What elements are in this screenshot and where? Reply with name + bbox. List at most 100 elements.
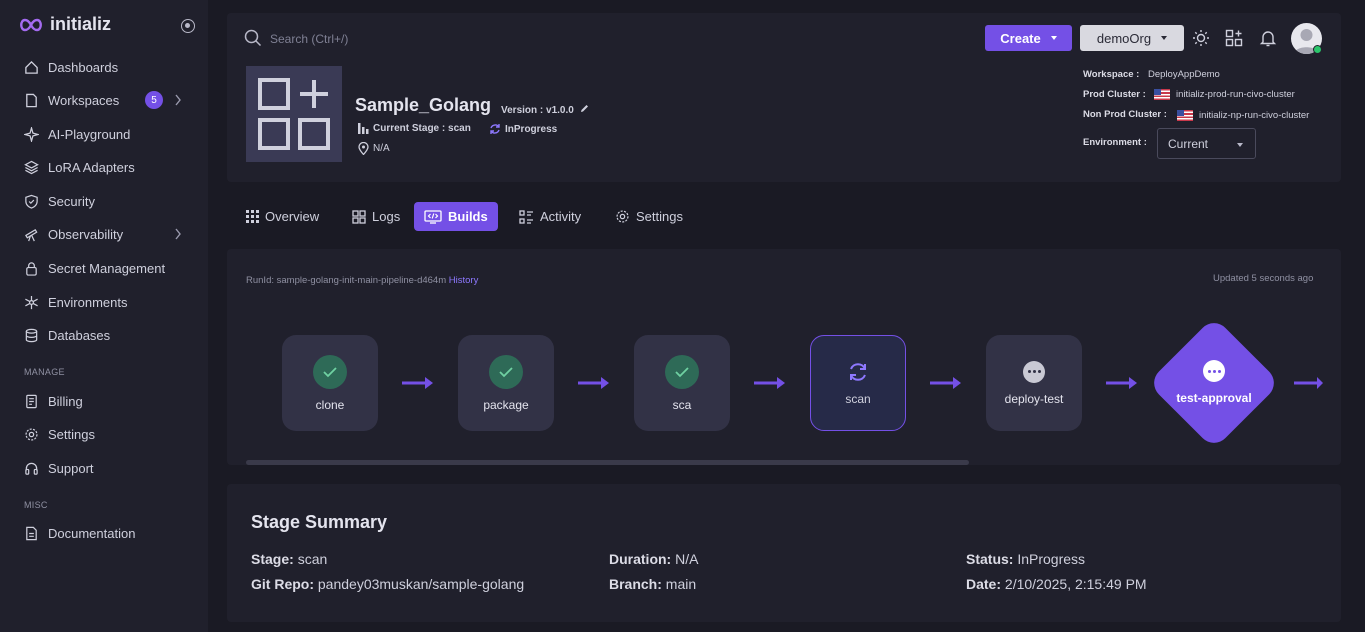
summary-status-value: InProgress: [1017, 551, 1086, 567]
sidebar-item-label: Settings: [48, 426, 95, 442]
tab-label: Overview: [265, 209, 320, 224]
app-title: Sample_Golang: [355, 95, 492, 115]
environment-select[interactable]: Current: [1157, 128, 1256, 159]
us-flag-icon: [1154, 89, 1170, 100]
tab-activity[interactable]: Activity: [509, 202, 591, 231]
sidebar-item-databases[interactable]: Databases: [24, 323, 194, 347]
arrow-right-icon: [754, 377, 785, 389]
current-stage-info: Current Stage : scan: [358, 123, 471, 134]
sidebar-item-label: Observability: [48, 226, 124, 242]
sidebar-item-security[interactable]: Security: [24, 189, 194, 213]
grid-icon: [246, 210, 259, 223]
summary-repo-value: pandey03muskan/sample-golang: [317, 576, 525, 592]
org-selector[interactable]: demoOrg: [1080, 25, 1184, 51]
summary-repo: Git Repo: pandey03muskan/sample-golang: [251, 576, 524, 592]
sidebar-item-label: Databases: [48, 327, 111, 343]
tab-settings[interactable]: Settings: [605, 202, 693, 231]
approval-stage-content: test-approval: [1150, 360, 1278, 405]
chevron-down-icon: [1050, 36, 1057, 40]
sidebar-item-label: Support: [48, 460, 94, 476]
stage-bars-icon: [358, 123, 369, 134]
location-info: N/A: [358, 142, 390, 155]
us-flag-icon: [1177, 110, 1193, 121]
summary-date-value: 2/10/2025, 2:15:49 PM: [1004, 576, 1147, 592]
arrow-right-icon: [402, 377, 433, 389]
search-icon: [244, 29, 262, 47]
apps-icon[interactable]: [1225, 29, 1243, 47]
summary-branch: Branch: main: [609, 576, 696, 592]
nonprod-cluster-label: Non Prod Cluster :: [1083, 109, 1167, 120]
app-version: Version : v1.0.0: [501, 104, 589, 116]
arrow-right-icon: [1106, 377, 1137, 389]
builds-icon: [424, 209, 442, 224]
tab-logs[interactable]: Logs: [342, 202, 410, 231]
sidebar-item-lora-adapters[interactable]: LoRA Adapters: [24, 155, 194, 179]
sidebar-item-label: Secret Management: [48, 260, 166, 276]
summary-repo-label: Git Repo:: [251, 576, 314, 592]
sidebar-item-label: Security: [48, 193, 95, 209]
layers-icon: [24, 160, 39, 174]
pipeline-stage-scan[interactable]: scan: [810, 335, 906, 431]
infinity-logo-icon: [20, 18, 42, 31]
nonprod-cluster-value: initializ-np-run-civo-cluster: [1177, 110, 1309, 121]
tab-label: Logs: [372, 209, 401, 224]
gear-icon: [25, 427, 38, 441]
sidebar-item-observability[interactable]: Observability: [24, 222, 194, 246]
horizontal-scrollbar[interactable]: [246, 460, 969, 465]
environment-label: Environment :: [1083, 137, 1147, 148]
sidebar: initializ Dashboards Workspaces 5 AI-Pla…: [0, 0, 208, 632]
logs-icon: [352, 209, 366, 224]
pipeline-stage-package[interactable]: package: [458, 335, 554, 431]
create-button-label: Create: [1000, 30, 1041, 46]
sidebar-item-environments[interactable]: Environments: [24, 290, 194, 314]
sidebar-item-support[interactable]: Support: [24, 456, 194, 480]
brand-logo[interactable]: initializ: [18, 14, 111, 35]
chevron-down-icon: [1161, 36, 1168, 40]
sidebar-item-billing[interactable]: Billing: [24, 389, 194, 413]
database-icon: [25, 328, 38, 342]
ai-icon: [24, 126, 39, 142]
sidebar-item-dashboards[interactable]: Dashboards: [24, 55, 194, 79]
version-label: Version : v1.0.0: [501, 105, 574, 116]
check-icon: [313, 354, 347, 389]
sidebar-item-ai-playground[interactable]: AI-Playground: [24, 122, 194, 146]
document-icon: [26, 526, 37, 540]
edit-pencil-icon[interactable]: [580, 104, 589, 113]
chevron-right-icon[interactable]: [174, 94, 182, 106]
tab-overview[interactable]: Overview: [236, 202, 329, 231]
sync-icon: [490, 124, 500, 134]
history-link[interactable]: History: [449, 275, 479, 286]
sun-icon[interactable]: [1192, 29, 1210, 47]
activity-icon: [519, 209, 533, 224]
bell-icon[interactable]: [1259, 29, 1277, 47]
workspace-value: DeployAppDemo: [1148, 69, 1220, 80]
sidebar-item-label: AI-Playground: [48, 126, 131, 142]
workspaces-count-badge: 5: [145, 91, 163, 109]
workspace-label: Workspace :: [1083, 69, 1140, 80]
sidebar-item-label: Workspaces: [48, 92, 120, 108]
sidebar-item-settings[interactable]: Settings: [24, 422, 194, 446]
tab-builds[interactable]: Builds: [414, 202, 498, 231]
create-button[interactable]: Create: [985, 25, 1072, 51]
summary-stage: Stage: scan: [251, 551, 327, 567]
file-icon: [26, 93, 37, 107]
telescope-icon: [25, 228, 38, 241]
section-label-misc: MISC: [24, 500, 48, 510]
sidebar-item-workspaces[interactable]: Workspaces 5: [24, 88, 194, 112]
sidebar-item-documentation[interactable]: Documentation: [24, 521, 194, 545]
add-grid-icon: [258, 78, 330, 150]
sidebar-item-secret-management[interactable]: Secret Management: [24, 256, 194, 280]
pipeline-stage-deploy-test[interactable]: deploy-test: [986, 335, 1082, 431]
check-icon: [665, 354, 699, 389]
chevron-right-icon[interactable]: [174, 228, 182, 240]
stage-name: sca: [672, 397, 692, 412]
arrow-right-icon: [578, 377, 609, 389]
prod-cluster-label: Prod Cluster :: [1083, 89, 1146, 100]
search-input[interactable]: [270, 29, 570, 49]
sidebar-collapse-button[interactable]: [181, 19, 195, 33]
app-status-label: InProgress: [505, 123, 558, 135]
pipeline-stage-sca[interactable]: sca: [634, 335, 730, 431]
summary-branch-value: main: [665, 576, 697, 592]
pipeline-stage-clone[interactable]: clone: [282, 335, 378, 431]
sidebar-item-label: Dashboards: [48, 59, 119, 75]
